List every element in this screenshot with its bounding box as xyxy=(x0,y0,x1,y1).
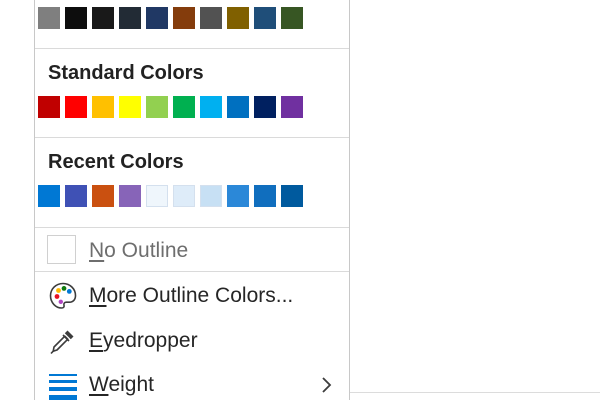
standard-colors-heading: Standard Colors xyxy=(48,62,204,84)
color-swatch[interactable] xyxy=(227,7,249,29)
menu-shadow-edge xyxy=(350,392,600,393)
weight-label: Weight xyxy=(89,373,154,396)
color-swatch[interactable] xyxy=(281,7,303,29)
color-swatch[interactable] xyxy=(254,7,276,29)
color-swatch[interactable] xyxy=(146,96,168,118)
color-swatch[interactable] xyxy=(65,185,87,207)
chevron-right-icon xyxy=(322,377,332,393)
color-swatch[interactable] xyxy=(146,185,168,207)
recent-colors-row xyxy=(38,185,303,207)
standard-colors-row xyxy=(38,96,303,118)
color-swatch[interactable] xyxy=(92,7,114,29)
color-swatch[interactable] xyxy=(173,96,195,118)
no-outline-swatch xyxy=(47,235,76,264)
color-swatch[interactable] xyxy=(119,185,141,207)
color-swatch[interactable] xyxy=(119,96,141,118)
color-swatch[interactable] xyxy=(254,96,276,118)
color-swatch[interactable] xyxy=(281,96,303,118)
no-outline-item[interactable]: No Outline xyxy=(35,232,349,270)
outline-color-menu: Standard Colors Recent Colors No Outline… xyxy=(34,0,350,400)
palette-icon xyxy=(47,280,79,312)
divider xyxy=(35,137,349,138)
color-swatch[interactable] xyxy=(173,185,195,207)
color-swatch[interactable] xyxy=(227,96,249,118)
divider xyxy=(35,227,349,228)
color-swatch[interactable] xyxy=(38,185,60,207)
more-outline-colors-label: More Outline Colors... xyxy=(89,284,294,307)
eyedropper-icon xyxy=(47,325,79,357)
color-swatch[interactable] xyxy=(65,7,87,29)
color-swatch[interactable] xyxy=(38,96,60,118)
more-outline-colors-item[interactable]: More Outline Colors... xyxy=(35,277,349,315)
color-swatch[interactable] xyxy=(200,96,222,118)
color-swatch[interactable] xyxy=(119,7,141,29)
eyedropper-item[interactable]: Eyedropper xyxy=(35,322,349,360)
color-swatch[interactable] xyxy=(281,185,303,207)
divider xyxy=(35,48,349,49)
recent-colors-heading: Recent Colors xyxy=(48,151,184,173)
color-swatch[interactable] xyxy=(200,7,222,29)
weight-item[interactable]: Weight xyxy=(35,366,349,404)
color-swatch[interactable] xyxy=(227,185,249,207)
no-outline-label: No Outline xyxy=(89,239,189,262)
color-swatch[interactable] xyxy=(65,96,87,118)
color-swatch[interactable] xyxy=(92,185,114,207)
line-weight-icon xyxy=(47,369,79,401)
divider xyxy=(35,271,349,272)
color-swatch[interactable] xyxy=(92,96,114,118)
color-swatch[interactable] xyxy=(200,185,222,207)
color-swatch[interactable] xyxy=(173,7,195,29)
color-swatch[interactable] xyxy=(146,7,168,29)
eyedropper-label: Eyedropper xyxy=(89,329,198,352)
color-swatch[interactable] xyxy=(254,185,276,207)
theme-colors-row xyxy=(38,7,303,29)
color-swatch[interactable] xyxy=(38,7,60,29)
